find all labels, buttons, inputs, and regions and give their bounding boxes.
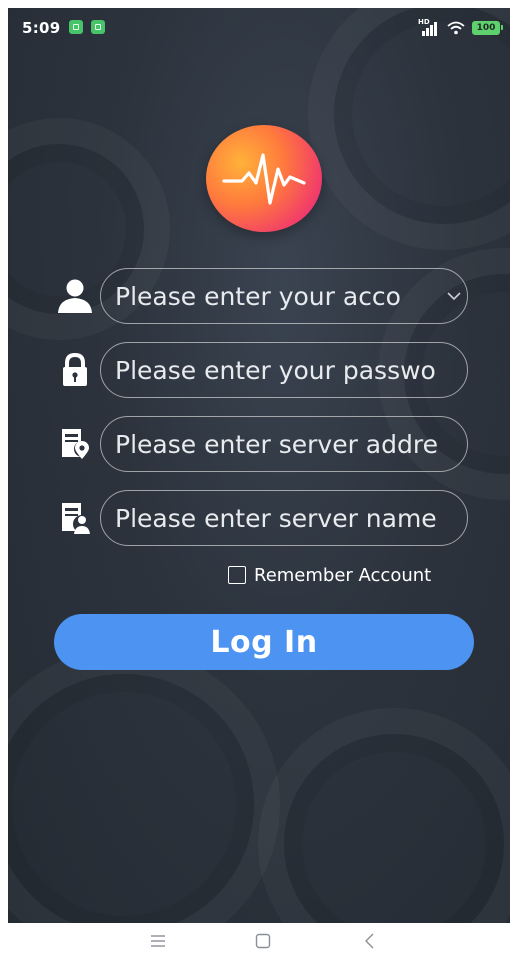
status-bar: 5:09 HD 100 <box>8 8 510 48</box>
account-row <box>56 268 476 324</box>
password-row <box>56 342 476 398</box>
user-icon <box>58 279 92 313</box>
login-screen: 5:09 HD 100 Please enter your acco Pleas… <box>8 8 510 923</box>
background-gear-decoration <box>8 648 280 923</box>
device-frame: 5:09 HD 100 Please enter your acco Pleas… <box>0 0 516 958</box>
app-notification-icon <box>69 20 83 34</box>
heartbeat-pulse-icon <box>222 153 306 205</box>
login-button[interactable]: Log In <box>54 614 474 670</box>
server-user-icon <box>62 503 91 534</box>
battery-level: 100 <box>476 23 496 33</box>
home-square-icon[interactable] <box>253 931 273 951</box>
remember-account-label: Remember Account <box>254 564 432 586</box>
system-navigation-bar <box>0 923 516 958</box>
status-time: 5:09 <box>22 19 61 37</box>
status-indicators: HD 100 <box>418 18 503 37</box>
cellular-signal-icon: HD <box>418 18 440 36</box>
password-input[interactable] <box>100 342 468 398</box>
server-name-row <box>56 490 476 546</box>
menu-icon[interactable] <box>148 931 168 951</box>
lock-icon <box>63 352 87 386</box>
server-address-input[interactable] <box>100 416 468 472</box>
background-gear-decoration <box>258 708 510 923</box>
server-address-row <box>56 416 476 472</box>
wifi-icon <box>447 21 465 35</box>
server-location-icon <box>62 429 90 459</box>
server-name-input[interactable] <box>100 490 468 546</box>
network-hd-label: HD <box>418 18 430 26</box>
battery-indicator: 100 <box>472 21 503 35</box>
app-notification-icon <box>91 20 105 34</box>
account-input[interactable] <box>100 268 468 324</box>
remember-account[interactable]: Remember Account <box>228 564 431 586</box>
back-chevron-icon[interactable] <box>360 931 380 951</box>
remember-account-checkbox[interactable] <box>228 566 246 584</box>
app-logo <box>206 125 322 232</box>
chevron-down-icon[interactable] <box>446 288 462 304</box>
